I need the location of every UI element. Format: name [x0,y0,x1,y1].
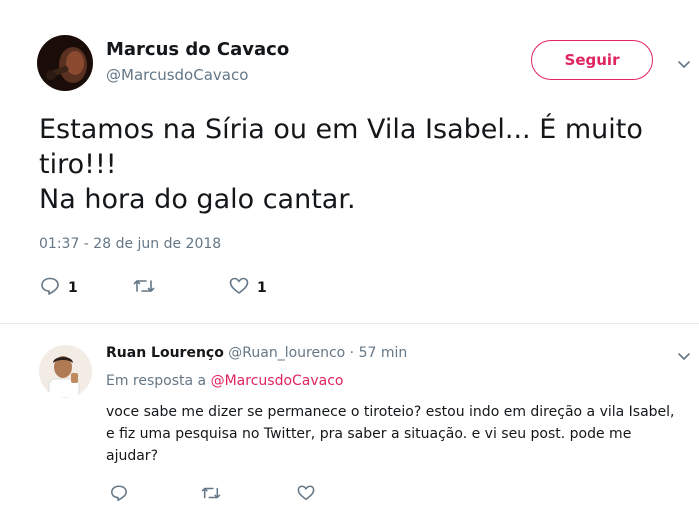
tweet-text: Estamos na Síria ou em Vila Isabel... É … [39,112,679,217]
reply-text: voce sabe me dizer se permanece o tirote… [106,401,696,467]
reply-reply-button[interactable] [110,484,128,506]
reply-header: Ruan Lourenço @Ruan_lourenco · 57 min [106,345,407,361]
author-name[interactable]: Marcus do Cavaco [106,39,289,60]
reply-retweet-button[interactable] [201,484,221,506]
like-button[interactable]: 1 [229,276,267,300]
like-count: 1 [257,280,267,296]
reply-text-line: ajudar? [106,448,158,464]
heart-icon [229,276,249,300]
retweet-icon [201,484,221,506]
heart-icon [297,484,315,506]
reply-text-line: voce sabe me dizer se permanece o tirote… [106,404,675,420]
reply-button[interactable]: 1 [40,276,78,300]
in-reply-mention[interactable]: @MarcusdoCavaco [211,373,344,389]
tweet-timestamp[interactable]: 01:37 - 28 de jun de 2018 [39,236,221,252]
in-reply-prefix: Em resposta a [106,373,207,389]
chevron-down-icon[interactable] [677,56,691,70]
divider [0,323,699,324]
author-handle[interactable]: @MarcusdoCavaco [106,66,248,84]
reply-count: 1 [68,280,78,296]
tweet-text-line: Estamos na Síria ou em Vila Isabel... É … [39,114,643,145]
chevron-down-icon[interactable] [677,348,691,362]
tweet-text-line: tiro!!! [39,149,117,180]
reply-like-button[interactable] [297,484,315,506]
retweet-icon [133,276,155,300]
author-avatar[interactable] [37,35,93,91]
reply-text-line: e fiz uma pesquisa no Twitter, pra saber… [106,426,632,442]
reply-author-name[interactable]: Ruan Lourenço [106,345,224,361]
follow-button[interactable]: Seguir [531,40,653,80]
tweet-text-line: Na hora do galo cantar. [39,184,356,215]
retweet-button[interactable] [133,276,155,300]
in-reply-to: Em resposta a @MarcusdoCavaco [106,373,344,389]
reply-icon [40,276,60,300]
reply-icon [110,484,128,506]
reply-author-avatar[interactable] [39,345,92,398]
reply-author-meta[interactable]: @Ruan_lourenco · 57 min [228,345,407,361]
